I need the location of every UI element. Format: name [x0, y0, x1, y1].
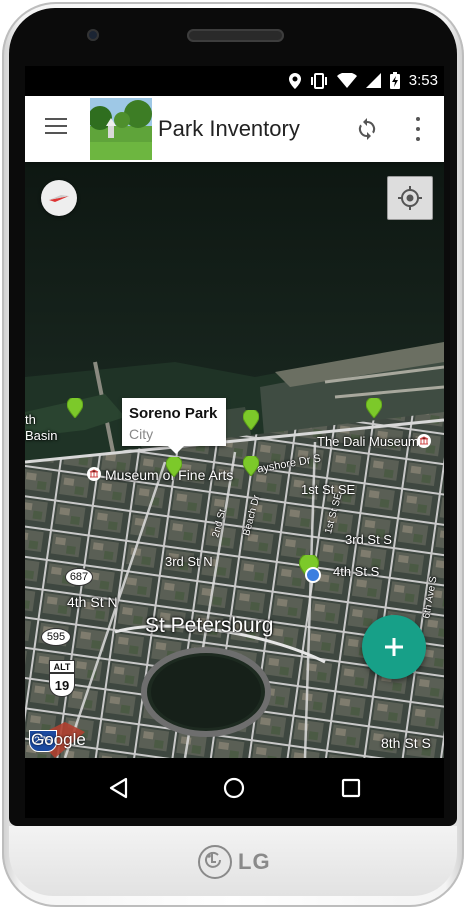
recents-icon[interactable] [338, 775, 364, 801]
earpiece-speaker [187, 29, 284, 42]
map-label-4th-st-n: 4th St N [67, 594, 118, 610]
park-marker[interactable] [243, 456, 259, 476]
screen: 3:53 Park Inventory th Basin The Dali Mu… [25, 66, 444, 758]
museum-icon [417, 434, 431, 448]
lg-logo: LG [198, 845, 278, 879]
wifi-icon [336, 73, 357, 88]
status-bar: 3:53 [25, 66, 444, 96]
route-shield-687: 687 [65, 568, 93, 586]
satellite-map[interactable]: th Basin The Dali Museum Museum of Fine … [25, 162, 444, 758]
add-park-fab[interactable] [362, 615, 426, 679]
app-title: Park Inventory [158, 116, 300, 141]
lg-logo-mark [198, 845, 232, 879]
map-label-4th-st-s: 4th St S [333, 564, 380, 579]
battery-charging-icon [389, 72, 400, 89]
back-icon[interactable] [106, 775, 132, 801]
map-label-basin: Basin [25, 428, 58, 443]
map-label-city: St Petersburg [145, 614, 274, 637]
my-location-dot [305, 567, 321, 583]
map-label-3rd-st-s: 3rd St S [345, 532, 392, 547]
marker-info-window[interactable]: Soreno Park City [122, 398, 226, 454]
park-marker-selected[interactable] [166, 457, 182, 477]
park-marker[interactable] [67, 398, 83, 418]
more-vert-icon[interactable] [412, 117, 424, 141]
park-marker[interactable] [366, 398, 382, 418]
map-label-dali-museum: The Dali Museum [317, 434, 419, 449]
sync-icon[interactable] [355, 117, 379, 141]
plus-icon [385, 638, 403, 656]
location-icon [288, 72, 301, 89]
vibrate-icon [310, 72, 327, 89]
front-camera [87, 29, 99, 41]
app-bar: Park Inventory [25, 96, 444, 162]
info-window-title: Soreno Park [129, 405, 218, 422]
hamburger-menu-icon[interactable] [45, 118, 67, 138]
info-window-subtitle: City [129, 426, 154, 442]
map-label-basin-th: th [25, 412, 36, 427]
status-time: 3:53 [408, 72, 438, 89]
android-nav-bar [25, 758, 444, 818]
map-label-8th-st: 8th St S [381, 735, 431, 751]
map-label-1st-st: 1st St SE [301, 482, 356, 497]
lg-brand-text: LG [238, 849, 271, 874]
home-icon[interactable] [221, 775, 247, 801]
park-thumbnail [90, 98, 152, 160]
compass-button[interactable] [41, 180, 77, 216]
compass-icon [49, 195, 69, 202]
google-attribution: Google [31, 730, 86, 749]
route-shield-19: 19 [49, 673, 75, 697]
crosshair-icon [398, 186, 422, 210]
museum-icon [87, 467, 101, 481]
my-location-button[interactable] [387, 176, 433, 220]
route-shield-595: 595 [41, 628, 71, 646]
park-marker[interactable] [243, 410, 259, 430]
map-label-3rd-st-n: 3rd St N [165, 554, 213, 569]
signal-icon [365, 73, 381, 88]
route-shield-alt: ALT [49, 660, 75, 673]
